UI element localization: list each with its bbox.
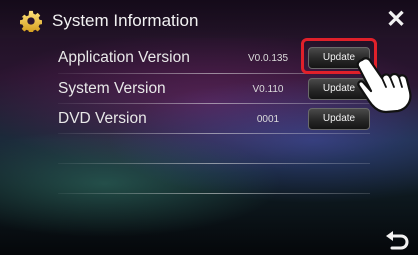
system-version-label: System Version [58, 80, 166, 97]
page-title: System Information [52, 11, 199, 30]
divider [58, 163, 370, 164]
title-bar: System Information ✕ [0, 0, 418, 38]
application-version-label: Application Version [58, 49, 190, 66]
divider [58, 133, 370, 134]
pointing-hand-icon [356, 57, 412, 114]
dvd-version-label: DVD Version [58, 110, 147, 127]
close-button[interactable]: ✕ [386, 8, 406, 32]
system-information-screen: System Information ✕ Application Version… [0, 0, 418, 255]
back-arrow-icon[interactable] [384, 230, 410, 250]
system-version-value: V0.110 [252, 84, 284, 95]
divider [58, 193, 370, 194]
gear-icon [20, 10, 42, 32]
dvd-version-value: 0001 [256, 114, 280, 125]
application-version-value: V0.0.135 [247, 53, 289, 64]
